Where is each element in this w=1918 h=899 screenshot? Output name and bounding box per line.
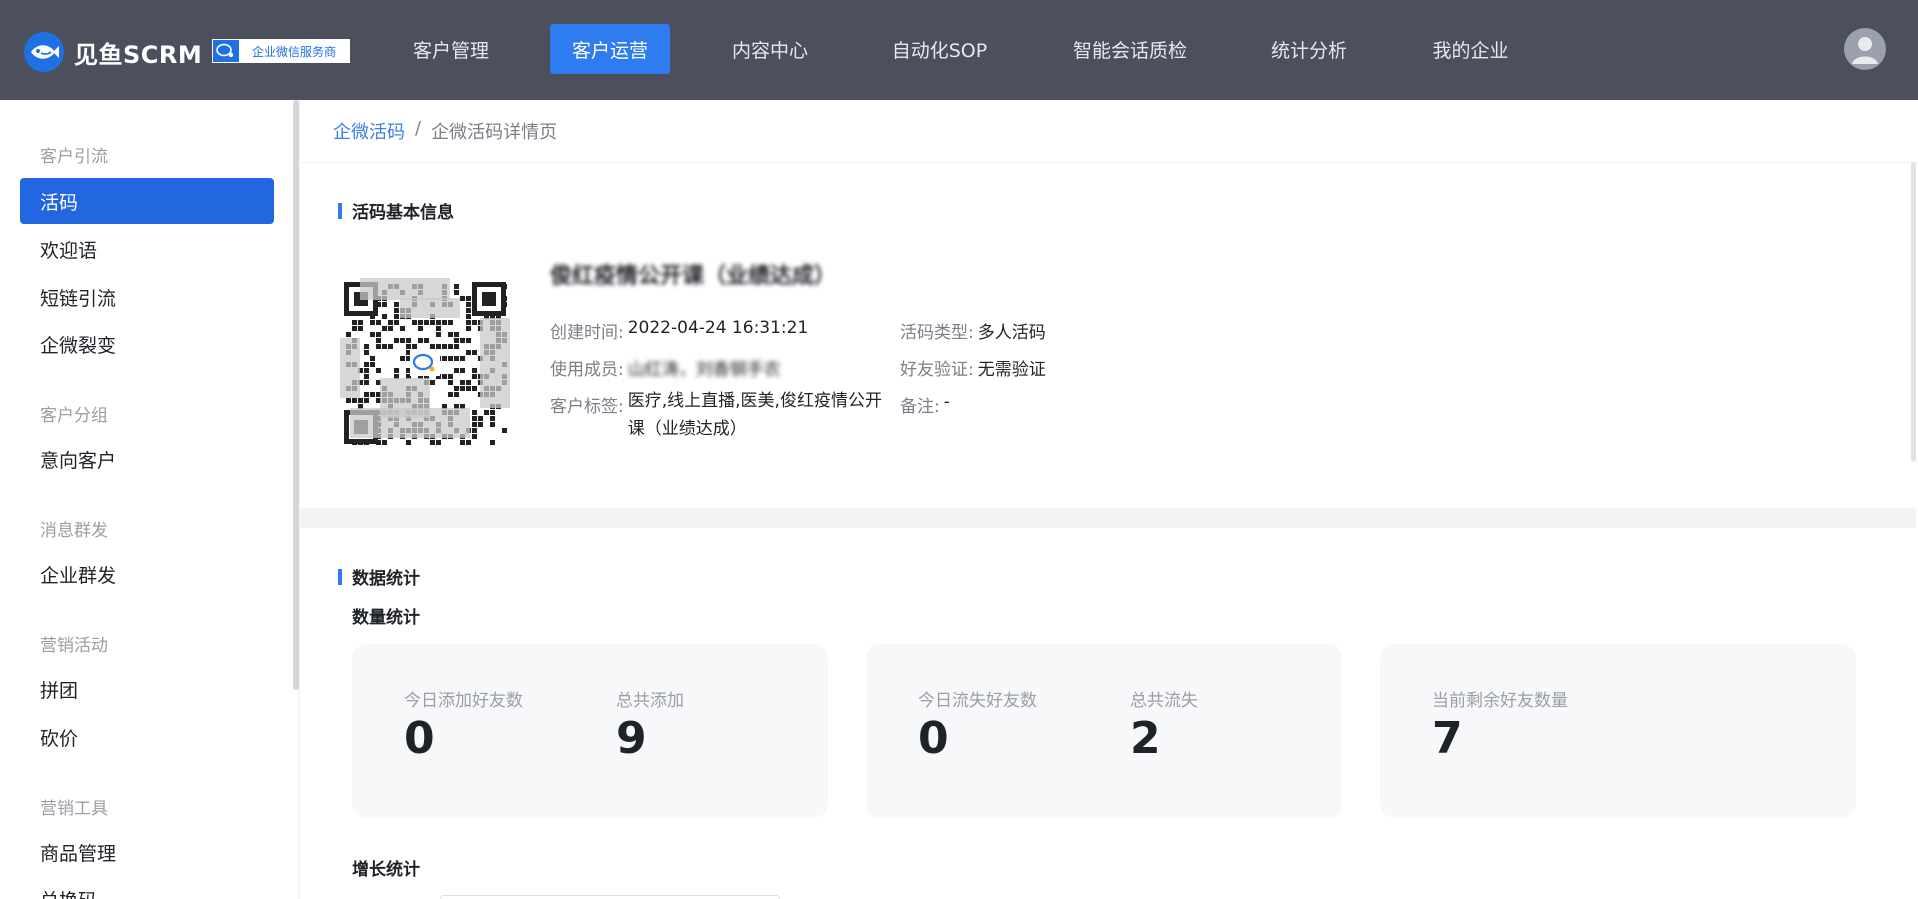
user-avatar-icon[interactable]: [1844, 28, 1886, 70]
code-type-label: 活码类型:: [900, 323, 974, 343]
add-stats-card: 今日添加好友数 0 总共添加 9: [352, 644, 828, 818]
note-label: 备注:: [900, 397, 940, 417]
sidebar-group-title: 营销工具: [40, 799, 108, 819]
nav-automation-sop[interactable]: 自动化SOP: [872, 24, 1007, 74]
stat-today-added: 今日添加好友数 0: [404, 686, 523, 763]
sidebar-scrollbar[interactable]: [293, 100, 299, 690]
stat-label: 今日流失好友数: [918, 691, 1037, 711]
stat-remaining-friends: 当前剩余好友数量 7: [1432, 686, 1568, 763]
sidebar-item-fission[interactable]: 企微裂变: [20, 321, 274, 367]
data-stats-section-title: 数据统计: [338, 564, 420, 589]
breadcrumb: 企微活码 / 企微活码详情页: [333, 118, 557, 144]
breadcrumb-parent-link[interactable]: 企微活码: [333, 118, 405, 144]
stat-label: 今日添加好友数: [404, 691, 523, 711]
stat-value: 0: [918, 713, 949, 764]
created-time-label: 创建时间:: [550, 323, 624, 343]
members-label: 使用成员:: [550, 360, 624, 380]
breadcrumb-current: 企微活码详情页: [431, 122, 558, 143]
stat-label: 总共流失: [1130, 691, 1198, 711]
code-type-row: 活码类型: 多人活码: [900, 318, 1046, 343]
sidebar-item-group-buy[interactable]: 拼团: [20, 666, 274, 712]
created-time-row: 创建时间: 2022-04-24 16:31:21: [550, 318, 808, 343]
divider: [300, 162, 1918, 163]
nav-content-center[interactable]: 内容中心: [715, 24, 825, 74]
top-bar: 见鱼SCRM 企业微信服务商 客户管理 客户运营 内容中心 自动化SOP 智能会…: [0, 0, 1918, 100]
nav-customer-operation[interactable]: 客户运营: [550, 24, 670, 74]
sidebar-item-bargain[interactable]: 砍价: [20, 714, 274, 760]
stat-value: 0: [404, 713, 435, 764]
nav-statistics[interactable]: 统计分析: [1254, 24, 1364, 74]
tags-row: 客户标签: 医疗,线上直播,医美,俊红疫情公开课（业绩达成）: [550, 391, 890, 443]
stat-today-lost: 今日流失好友数 0: [918, 686, 1037, 763]
sidebar-group-title: 营销活动: [40, 636, 108, 656]
tags-label: 客户标签:: [550, 397, 624, 417]
stat-total-added: 总共添加 9: [616, 686, 684, 763]
breadcrumb-separator: /: [415, 118, 422, 139]
note-row: 备注: -: [900, 392, 950, 417]
count-stats-title: 数量统计: [352, 608, 420, 628]
created-time-value: 2022-04-24 16:31:21: [627, 318, 809, 338]
live-code-name: 俊红疫情公开课（业绩达成）: [550, 264, 837, 289]
nav-customer-management[interactable]: 客户管理: [396, 24, 506, 74]
qr-code-image: [340, 278, 510, 448]
sidebar-group-title: 消息群发: [40, 521, 108, 541]
sidebar-group-title: 客户引流: [40, 147, 108, 167]
stat-value: 7: [1432, 713, 1463, 764]
sidebar-item-welcome[interactable]: 欢迎语: [20, 226, 274, 272]
stat-value: 2: [1130, 713, 1161, 764]
sidebar-item-products[interactable]: 商品管理: [20, 829, 274, 875]
sidebar-group-title: 客户分组: [40, 406, 108, 426]
friend-verify-row: 好友验证: 无需验证: [900, 355, 1046, 380]
nav-session-inspection[interactable]: 智能会话质检: [1055, 24, 1205, 74]
date-range-picker[interactable]: [440, 895, 780, 899]
stat-total-lost: 总共流失 2: [1130, 686, 1198, 763]
friend-verify-value: 无需验证: [977, 360, 1046, 380]
section-divider: [300, 508, 1916, 528]
members-value: 山红涛，刘香钢手农: [627, 360, 781, 380]
stat-label: 总共添加: [616, 691, 684, 711]
code-type-value: 多人活码: [977, 323, 1046, 343]
sidebar-item-short-link[interactable]: 短链引流: [20, 274, 274, 320]
main-scrollbar[interactable]: [1911, 162, 1916, 462]
note-value: -: [943, 392, 950, 412]
nav-my-company[interactable]: 我的企业: [1413, 24, 1528, 74]
sidebar-item-redeem-code[interactable]: 兑换码: [20, 876, 274, 899]
loss-stats-card: 今日流失好友数 0 总共流失 2: [866, 644, 1342, 818]
members-row: 使用成员: 山红涛，刘香钢手农: [550, 355, 781, 380]
stat-label: 当前剩余好友数量: [1432, 691, 1568, 711]
remaining-stats-card: 当前剩余好友数量 7: [1380, 644, 1856, 818]
growth-stats-title: 增长统计: [352, 860, 420, 880]
basic-info-section-title: 活码基本信息: [338, 198, 454, 223]
sidebar-item-intent-customers[interactable]: 意向客户: [20, 436, 274, 482]
main-nav: 客户管理 客户运营 内容中心 自动化SOP 智能会话质检 统计分析 我的企业: [0, 24, 1918, 74]
stat-value: 9: [616, 713, 647, 764]
friend-verify-label: 好友验证:: [900, 360, 974, 380]
tags-value: 医疗,线上直播,医美,俊红疫情公开课（业绩达成）: [627, 391, 882, 439]
sidebar-item-mass-message[interactable]: 企业群发: [20, 551, 274, 597]
sidebar-item-live-code[interactable]: 活码: [20, 178, 274, 224]
